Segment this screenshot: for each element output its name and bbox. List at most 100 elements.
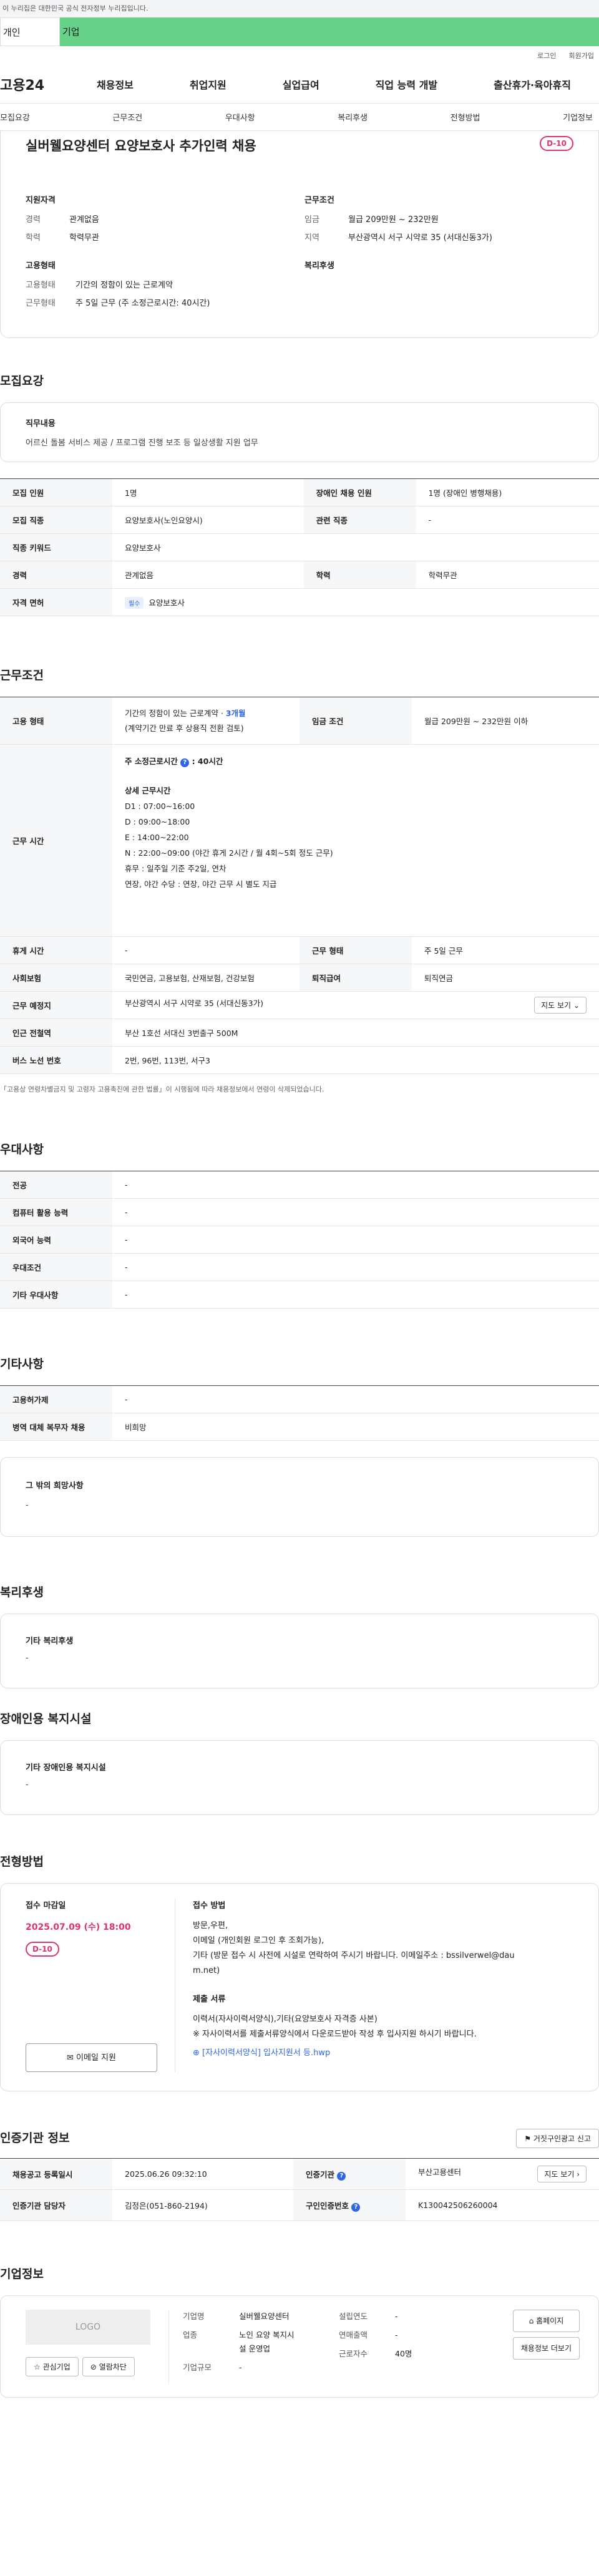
menu-employment-support[interactable]: 취업지원 — [190, 77, 226, 92]
menu-leave[interactable]: 출산휴가·육아휴직 — [494, 77, 571, 92]
cell-value: 1명 (장애인 병행채용) — [416, 478, 599, 506]
qual-key: 학력 — [26, 233, 41, 243]
welfare-box: 기타 복리후생 - — [0, 1614, 599, 1688]
report-label: 거짓구인광고 신고 — [533, 2134, 591, 2143]
docs-label: 제출 서류 — [193, 1995, 226, 2004]
cell-value: - — [416, 506, 599, 534]
signup-link[interactable]: 회원가입 — [569, 51, 594, 61]
cell-key: 인증기관 담당자 — [0, 2189, 112, 2221]
org-map-label: 지도 보기 — [544, 2170, 575, 2179]
login-link[interactable]: 로그인 — [537, 51, 556, 61]
snb-screening[interactable]: 전형방법 — [450, 111, 480, 123]
map-button[interactable]: 지도 보기 ⌄ — [534, 997, 587, 1014]
qual-value: 학력무관 — [69, 233, 99, 243]
tab-personal[interactable]: 개인 — [0, 17, 60, 46]
snb-recruit[interactable]: 모집요강 — [0, 111, 30, 123]
certify-header: 인증기관 정보 ⚑ 거짓구인광고 신고 — [0, 2129, 599, 2148]
favorite-label: 관심기업 — [42, 2363, 71, 2371]
emp-type: 기간의 정함이 있는 근로계약 · — [125, 708, 226, 718]
deadline-dday: D-10 — [26, 1942, 59, 1957]
company-logo-col: LOGO ☆ 관심기업 ⊘ 열람차단 — [26, 2310, 169, 2383]
more-jobs-button[interactable]: 채용정보 더보기 — [512, 2337, 580, 2360]
org-map-button[interactable]: 지도 보기 › — [537, 2166, 587, 2182]
recruit-heading: 모집요강 — [0, 374, 44, 388]
snb-company[interactable]: 기업정보 — [563, 111, 593, 123]
cell-value: - — [112, 1226, 599, 1254]
workcond-table: 고용 형태 기간의 정함이 있는 근로계약 · 3개월 (계약기간 만료 후 상용… — [0, 697, 599, 1074]
facility-box: 기타 장애인용 복지시설 - — [0, 1740, 599, 1815]
mail-icon: ✉ — [67, 2053, 74, 2063]
site-logo[interactable]: 고용24 — [0, 74, 69, 94]
info-value: - — [395, 2312, 398, 2321]
cell-value: - — [112, 1253, 599, 1281]
cell-key: 경력 — [0, 561, 112, 589]
snb-welfare[interactable]: 복리후생 — [338, 111, 368, 123]
cell-value: 필수 요양보호사 — [112, 588, 599, 616]
block-icon: ⊘ — [90, 2363, 97, 2371]
top-tabs: 개인 기업 — [0, 17, 599, 46]
other-wish-value: - — [26, 1501, 29, 1510]
facility-value: - — [26, 1780, 29, 1789]
screening-box: 접수 마감일 2025.07.09 (수) 18:00 D-10 ✉ 이메일 지… — [0, 1883, 599, 2091]
cell-value: 2번, 96번, 113번, 서구3 — [112, 1046, 599, 1074]
menu-vocational-training[interactable]: 직업 능력 개발 — [376, 77, 437, 92]
help-icon[interactable]: ? — [180, 758, 190, 767]
docs-line: 이력서(자사이력서양식),기타(요양보호사 자격증 사본) — [193, 2015, 377, 2024]
cell-value: 김정은(051-860-2194) — [112, 2189, 293, 2221]
homepage-label: 홈페이지 — [536, 2317, 564, 2325]
screening-heading: 전형방법 — [0, 1855, 44, 1869]
cell-key: 인근 전철역 — [0, 1019, 112, 1047]
cell-value: 1명 — [112, 478, 304, 506]
facility-label: 기타 장애인용 복지시설 — [26, 1763, 106, 1773]
hours-value: : 40시간 — [192, 757, 223, 766]
help-icon[interactable]: ? — [337, 2171, 346, 2181]
cell-value: 국민연금, 고용보험, 산재보험, 건강보험 — [112, 964, 300, 992]
cell-value: K130042506260004 — [406, 2189, 599, 2221]
cell-key: 모집 인원 — [0, 478, 112, 506]
detail-line: E : 14:00~22:00 — [125, 833, 189, 842]
favorite-button[interactable]: ☆ 관심기업 — [26, 2357, 79, 2376]
menu-jobs[interactable]: 채용정보 — [97, 77, 134, 92]
cell-value: 요양보호사(노인요양시) — [112, 506, 304, 534]
flag-icon: ⚑ — [524, 2134, 532, 2143]
welfare-heading: 복리후생 — [304, 261, 334, 271]
help-icon[interactable]: ? — [351, 2202, 361, 2212]
emp-note: (계약기간 만료 후 상용직 전환 검토) — [125, 723, 244, 733]
company-heading: 기업정보 — [0, 2267, 44, 2281]
org-key: 인증기관 — [306, 2169, 335, 2179]
info-value: 노인 요양 복지시 설 운영업 — [239, 2328, 294, 2356]
recruit-table: 모집 인원 1명 장애인 채용 인원 1명 (장애인 병행채용) 모집 직종 요… — [0, 478, 599, 616]
emp-heading: 고용형태 — [26, 261, 56, 271]
method-line: 이메일 (개인회원 로그인 후 조회가능), — [193, 1936, 324, 1945]
info-key: 기업명 — [183, 2312, 205, 2321]
info-value: 40명 — [395, 2349, 412, 2358]
company-info: 기업명 실버웰요양센터 업종 노인 요양 복지시 설 운영업 기업규모 - 설립연도 - … — [169, 2310, 580, 2383]
cell-key: 버스 노선 번호 — [0, 1046, 112, 1074]
block-button[interactable]: ⊘ 열람차단 — [82, 2357, 135, 2376]
cell-key: 인증기관 ? — [293, 2158, 406, 2190]
file-name: [자사이력서양식] 입사지원서 등.hwp — [202, 2048, 331, 2058]
email-apply-button[interactable]: ✉ 이메일 지원 — [26, 2043, 157, 2072]
homepage-button[interactable]: ⌂ 홈페이지 — [512, 2310, 580, 2332]
no-key: 구인인증번호 — [306, 2201, 349, 2210]
snb-preference[interactable]: 우대사항 — [225, 111, 255, 123]
cell-key: 휴게 시간 — [0, 936, 112, 964]
deadline-value: 2025.07.09 (수) 18:00 — [26, 1922, 131, 1932]
tab-business[interactable]: 기업 — [60, 17, 599, 46]
file-link[interactable]: ⊕ [자사이력서양식] 입사지원서 등.hwp — [193, 2046, 580, 2061]
cell-value: 월급 209만원 ~ 232만원 이하 — [412, 697, 599, 745]
report-button[interactable]: ⚑ 거짓구인광고 신고 — [516, 2129, 599, 2148]
industry-line: 노인 요양 복지시 — [239, 2330, 295, 2340]
info-value: - — [395, 2330, 398, 2340]
cell-value: - — [112, 1171, 599, 1199]
hours-label: 주 소정근로시간 — [125, 757, 178, 766]
cell-key: 병역 대체 복무자 채용 — [0, 1413, 112, 1441]
menu-unemployment-benefit[interactable]: 실업급여 — [283, 77, 319, 92]
cond-value: 부산광역시 서구 시약로 35 (서대신동3가) — [348, 233, 492, 243]
docs-line: ※ 자사이력서를 제출서류양식에서 다운로드받아 작성 후 입사지원 하시기 바… — [193, 2030, 477, 2039]
detail-line: 휴무 : 일주일 기준 주2일, 연차 — [125, 864, 226, 873]
cell-value: - — [112, 1198, 599, 1226]
snb-workcond[interactable]: 근무조건 — [112, 111, 142, 123]
global-nav: 고용24 채용정보 취업지원 실업급여 직업 능력 개발 출산휴가·육아휴직 — [0, 65, 599, 104]
cell-key: 컴퓨터 활용 능력 — [0, 1198, 112, 1226]
